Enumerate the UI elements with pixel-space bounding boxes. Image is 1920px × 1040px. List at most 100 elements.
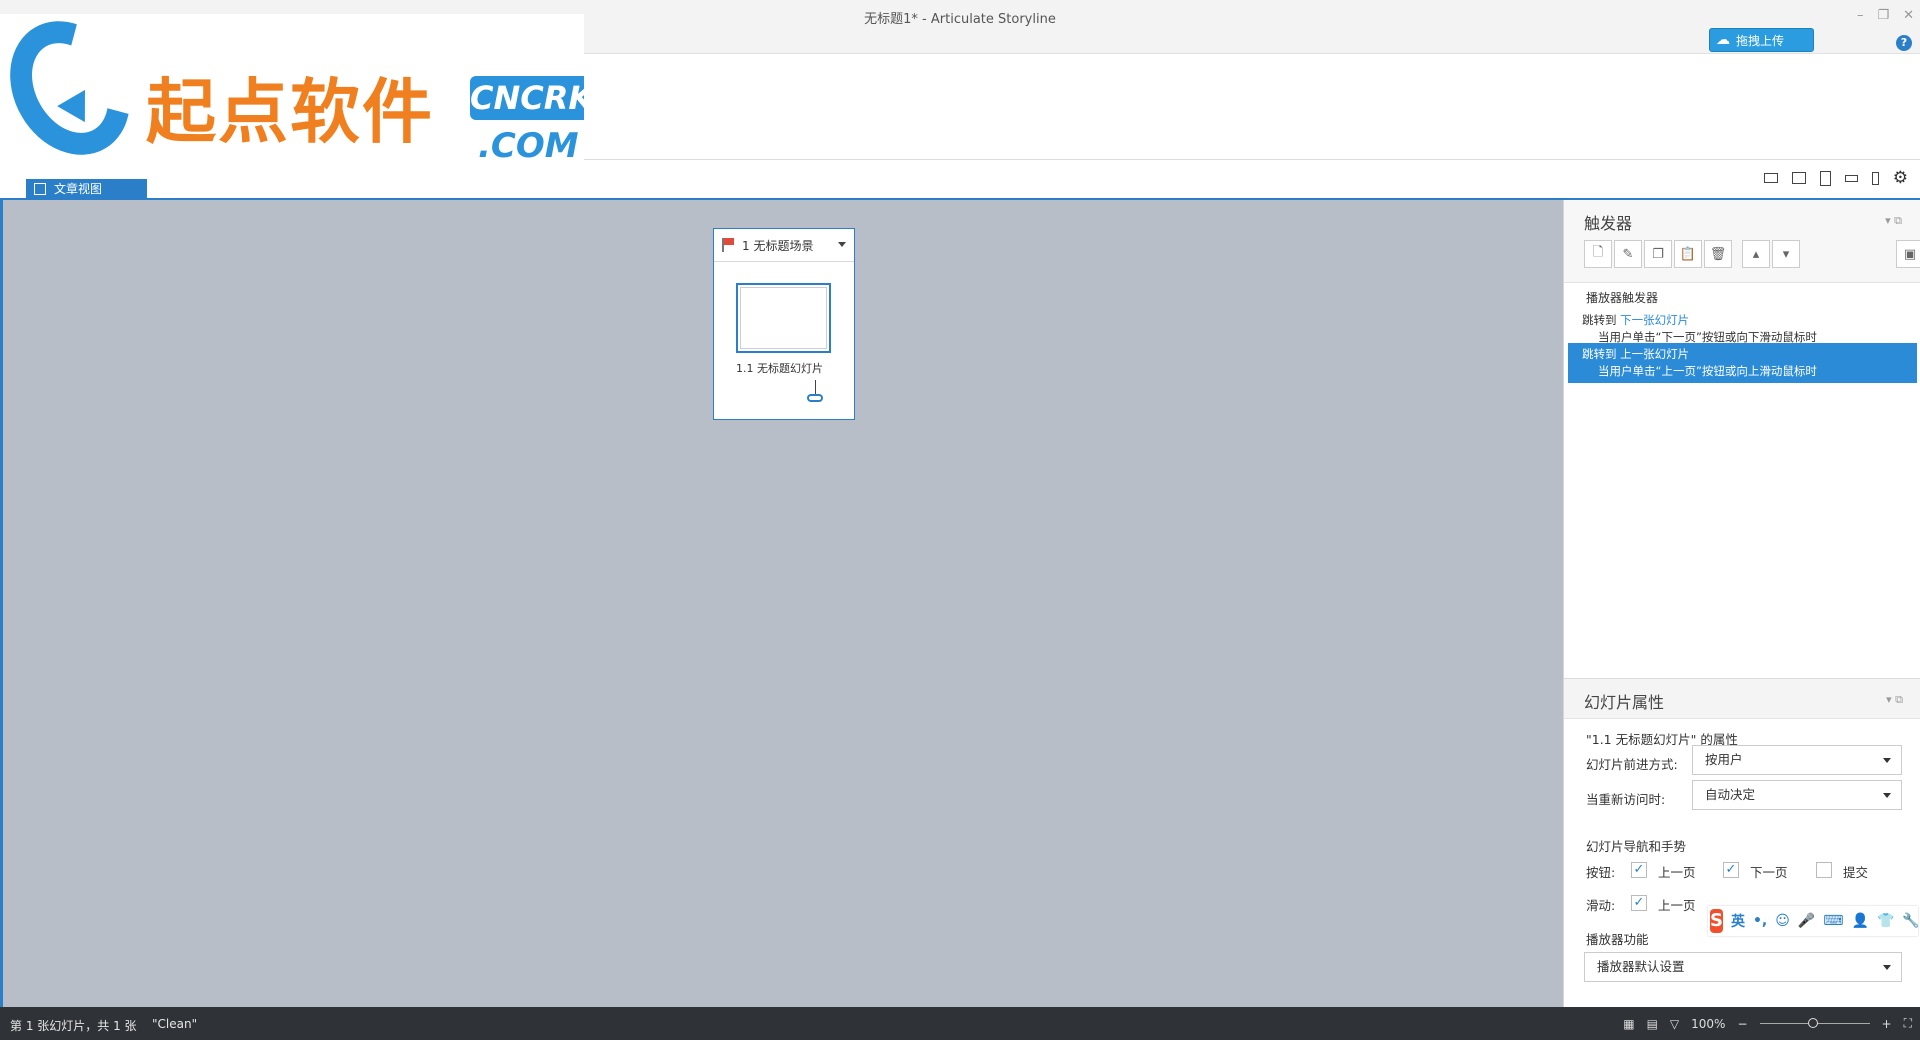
- right-panel: 触发器 ▾ ⧉ 🗋 ✎ ❐ 📋 🗑 ▴ ▾ ▣ 播放器触发器 跳转到 下一张幻灯…: [1563, 200, 1920, 1007]
- fit-window-icon[interactable]: ⛶: [1904, 1016, 1912, 1031]
- chevron-down-icon[interactable]: [838, 242, 846, 247]
- slide-properties-header: 幻灯片属性 ▾ ⧉: [1564, 679, 1920, 719]
- copy-trigger-icon[interactable]: ❐: [1644, 240, 1672, 268]
- trigger-list: 播放器触发器 跳转到 下一张幻灯片 当用户单击“下一页”按钮或向下滑动鼠标时 跳…: [1564, 282, 1920, 678]
- status-bar: 第 1 张幻灯片，共 1 张 "Clean" ▦ ▤ ▽ 100% − + ⛶: [0, 1007, 1920, 1040]
- watermark-logo: 起点软件 CNCRK .COM ↘: [0, 0, 593, 204]
- revisit-value: 自动决定: [1705, 787, 1756, 802]
- trigger-target-link[interactable]: 上一张幻灯片: [1620, 347, 1689, 361]
- advance-label: 幻灯片前进方式:: [1586, 757, 1678, 772]
- chevron-down-icon: [1883, 965, 1891, 970]
- revisit-label: 当重新访问时:: [1586, 792, 1666, 807]
- trigger-item-selected[interactable]: 跳转到 上一张幻灯片 当用户单击“上一页”按钮或向上滑动鼠标时: [1568, 343, 1917, 383]
- player-features-select[interactable]: 播放器默认设置: [1584, 952, 1902, 982]
- logo-text: 起点软件: [146, 71, 434, 153]
- panel-options-icon[interactable]: ▾ ⧉: [1886, 693, 1903, 707]
- advance-value: 按用户: [1705, 752, 1743, 767]
- restore-icon[interactable]: ❐: [1877, 8, 1889, 23]
- device-preview-bar: ⚙: [1763, 170, 1908, 187]
- triggers-title: 触发器: [1584, 214, 1633, 233]
- tablet-landscape-icon[interactable]: [1791, 172, 1806, 184]
- zoom-slider[interactable]: [1759, 1018, 1870, 1028]
- player-features-heading: 播放器功能: [1586, 932, 1649, 947]
- flag-icon: [722, 238, 734, 252]
- phone-portrait-icon[interactable]: [1871, 171, 1879, 185]
- panel-options-icon[interactable]: ▾ ⧉: [1885, 214, 1902, 228]
- slide-thumbnail[interactable]: [736, 283, 831, 353]
- scene-card[interactable]: 1 无标题场景 1.1 无标题幻灯片: [713, 228, 855, 420]
- move-down-icon[interactable]: ▾: [1772, 240, 1800, 268]
- window-controls: – ❐ ✕: [1857, 8, 1914, 23]
- buttons-label: 按钮:: [1586, 865, 1616, 880]
- emoji-icon[interactable]: ☺: [1775, 913, 1790, 929]
- user-icon[interactable]: 👤: [1852, 913, 1869, 929]
- player-features-value: 播放器默认设置: [1597, 959, 1685, 974]
- advance-select[interactable]: 按用户: [1692, 745, 1902, 775]
- keyboard-icon[interactable]: ⌨: [1823, 913, 1843, 929]
- slide-view-toggle-icon[interactable]: ▤: [1647, 1017, 1658, 1031]
- trigger-panel-icon[interactable]: ▣: [1896, 240, 1920, 268]
- zoom-out-icon[interactable]: −: [1737, 1017, 1747, 1031]
- zoom-level: 100%: [1691, 1016, 1726, 1031]
- microphone-icon[interactable]: 🎤: [1798, 913, 1815, 929]
- trigger-action: 跳转到: [1582, 347, 1617, 361]
- swipe-prev-label: 上一页: [1658, 898, 1696, 913]
- slide-count: 第 1 张幻灯片，共 1 张: [10, 1019, 137, 1033]
- next-button-checkbox[interactable]: ✓: [1723, 862, 1739, 878]
- submit-button-checkbox[interactable]: [1816, 862, 1832, 878]
- slide-properties-title: 幻灯片属性: [1584, 693, 1665, 712]
- delete-trigger-icon[interactable]: 🗑: [1704, 240, 1732, 268]
- slide-properties-panel: 幻灯片属性 ▾ ⧉ "1.1 无标题幻灯片" 的属性 幻灯片前进方式: 按用户 …: [1564, 678, 1920, 1007]
- prev-button-checkbox[interactable]: ✓: [1631, 862, 1647, 878]
- cloud-icon: ☁: [1716, 32, 1730, 48]
- submit-button-label: 提交: [1843, 865, 1869, 880]
- story-view-toggle-icon[interactable]: ▦: [1623, 1017, 1634, 1031]
- trigger-condition: 当用户单击“上一页”按钮或向上滑动鼠标时: [1598, 364, 1817, 378]
- next-button-label: 下一页: [1750, 865, 1788, 880]
- preview-icon[interactable]: ▽: [1670, 1017, 1679, 1031]
- status-controls: ▦ ▤ ▽ 100% − + ⛶: [1623, 1016, 1912, 1031]
- laptop-icon[interactable]: [1763, 173, 1778, 183]
- trigger-target-link[interactable]: 下一张幻灯片: [1620, 313, 1689, 327]
- close-icon[interactable]: ✕: [1903, 8, 1914, 23]
- story-canvas[interactable]: 1 无标题场景 1.1 无标题幻灯片: [0, 200, 1563, 1007]
- minimize-icon[interactable]: –: [1857, 8, 1864, 23]
- chevron-down-icon: [1883, 758, 1891, 763]
- link-connector: [815, 380, 816, 394]
- phone-landscape-icon[interactable]: [1844, 174, 1858, 182]
- revisit-select[interactable]: 自动决定: [1692, 780, 1902, 810]
- zoom-in-icon[interactable]: +: [1882, 1017, 1892, 1031]
- scene-title: 1 无标题场景: [742, 238, 814, 253]
- tablet-portrait-icon[interactable]: [1819, 170, 1831, 186]
- zoom-slider-knob[interactable]: [1807, 1018, 1818, 1028]
- logo-badge: CNCRK: [470, 76, 593, 120]
- wrench-icon[interactable]: 🔧: [1902, 913, 1919, 929]
- new-trigger-icon[interactable]: 🗋: [1584, 240, 1612, 268]
- scene-header[interactable]: 1 无标题场景: [714, 229, 854, 262]
- view-tab-strip: 文章视图 ⚙: [0, 160, 1920, 200]
- ime-language[interactable]: 英: [1731, 911, 1745, 931]
- skin-icon[interactable]: 👕: [1877, 913, 1894, 929]
- link-icon[interactable]: [807, 394, 823, 402]
- tab-story-view-label: 文章视图: [54, 182, 103, 196]
- player-triggers-heading: 播放器触发器: [1586, 291, 1659, 305]
- theme-name: "Clean": [152, 1017, 198, 1031]
- help-icon[interactable]: ?: [1896, 35, 1912, 51]
- move-up-icon[interactable]: ▴: [1742, 240, 1770, 268]
- upload-button[interactable]: ☁ 拖拽上传: [1709, 28, 1814, 52]
- chevron-down-icon: [1883, 793, 1891, 798]
- tab-story-view[interactable]: 文章视图: [26, 179, 147, 200]
- slide-label: 1.1 无标题幻灯片: [736, 362, 823, 375]
- nav-gestures-heading: 幻灯片导航和手势: [1586, 839, 1687, 854]
- swipe-prev-checkbox[interactable]: ✓: [1631, 895, 1647, 911]
- punctuation-icon[interactable]: •,: [1753, 913, 1767, 929]
- triggers-toolbar: 🗋 ✎ ❐ 📋 🗑 ▴ ▾ ▣: [1584, 240, 1920, 268]
- edit-trigger-icon[interactable]: ✎: [1614, 240, 1642, 268]
- gear-icon[interactable]: ⚙: [1893, 170, 1908, 187]
- paste-trigger-icon[interactable]: 📋: [1674, 240, 1702, 268]
- story-view-icon: [34, 183, 46, 195]
- sogou-icon[interactable]: S: [1710, 909, 1723, 933]
- prev-button-label: 上一页: [1658, 865, 1696, 880]
- ime-toolbar: S 英 •, ☺ 🎤 ⌨ 👤 👕 🔧: [1708, 906, 1920, 936]
- swipe-label: 滑动:: [1586, 898, 1616, 913]
